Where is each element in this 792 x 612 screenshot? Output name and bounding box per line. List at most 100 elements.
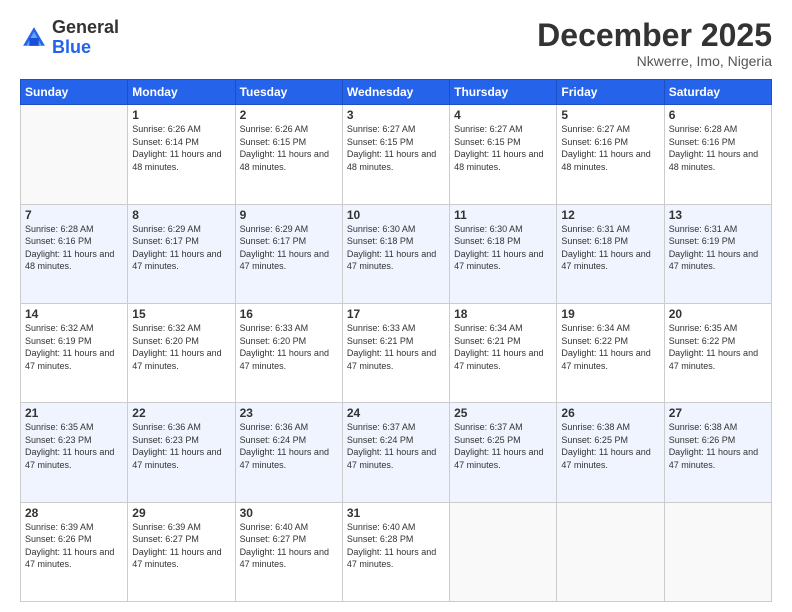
weekday-header-sunday: Sunday: [21, 80, 128, 105]
weekday-header-friday: Friday: [557, 80, 664, 105]
cell-info: Sunrise: 6:39 AM Sunset: 6:27 PM Dayligh…: [132, 521, 230, 571]
calendar-cell: 29Sunrise: 6:39 AM Sunset: 6:27 PM Dayli…: [128, 502, 235, 601]
calendar-cell: 24Sunrise: 6:37 AM Sunset: 6:24 PM Dayli…: [342, 403, 449, 502]
calendar-cell: 2Sunrise: 6:26 AM Sunset: 6:15 PM Daylig…: [235, 105, 342, 204]
day-number: 24: [347, 406, 445, 420]
calendar-cell: 12Sunrise: 6:31 AM Sunset: 6:18 PM Dayli…: [557, 204, 664, 303]
calendar-row-2: 7Sunrise: 6:28 AM Sunset: 6:16 PM Daylig…: [21, 204, 772, 303]
calendar-cell: 18Sunrise: 6:34 AM Sunset: 6:21 PM Dayli…: [450, 303, 557, 402]
calendar-row-3: 14Sunrise: 6:32 AM Sunset: 6:19 PM Dayli…: [21, 303, 772, 402]
day-number: 30: [240, 506, 338, 520]
page: General Blue December 2025 Nkwerre, Imo,…: [0, 0, 792, 612]
cell-info: Sunrise: 6:28 AM Sunset: 6:16 PM Dayligh…: [669, 123, 767, 173]
title-block: December 2025 Nkwerre, Imo, Nigeria: [537, 18, 772, 69]
calendar-cell: 6Sunrise: 6:28 AM Sunset: 6:16 PM Daylig…: [664, 105, 771, 204]
cell-info: Sunrise: 6:26 AM Sunset: 6:14 PM Dayligh…: [132, 123, 230, 173]
day-number: 16: [240, 307, 338, 321]
day-number: 11: [454, 208, 552, 222]
day-number: 1: [132, 108, 230, 122]
day-number: 8: [132, 208, 230, 222]
day-number: 27: [669, 406, 767, 420]
calendar-cell: [664, 502, 771, 601]
day-number: 25: [454, 406, 552, 420]
calendar-cell: 25Sunrise: 6:37 AM Sunset: 6:25 PM Dayli…: [450, 403, 557, 502]
calendar-cell: 27Sunrise: 6:38 AM Sunset: 6:26 PM Dayli…: [664, 403, 771, 502]
logo-blue: Blue: [52, 37, 91, 57]
day-number: 10: [347, 208, 445, 222]
calendar-cell: 3Sunrise: 6:27 AM Sunset: 6:15 PM Daylig…: [342, 105, 449, 204]
cell-info: Sunrise: 6:34 AM Sunset: 6:21 PM Dayligh…: [454, 322, 552, 372]
weekday-header-row: SundayMondayTuesdayWednesdayThursdayFrid…: [21, 80, 772, 105]
day-number: 6: [669, 108, 767, 122]
day-number: 2: [240, 108, 338, 122]
cell-info: Sunrise: 6:30 AM Sunset: 6:18 PM Dayligh…: [347, 223, 445, 273]
calendar-cell: 9Sunrise: 6:29 AM Sunset: 6:17 PM Daylig…: [235, 204, 342, 303]
day-number: 20: [669, 307, 767, 321]
header: General Blue December 2025 Nkwerre, Imo,…: [20, 18, 772, 69]
calendar-cell: 4Sunrise: 6:27 AM Sunset: 6:15 PM Daylig…: [450, 105, 557, 204]
cell-info: Sunrise: 6:29 AM Sunset: 6:17 PM Dayligh…: [240, 223, 338, 273]
cell-info: Sunrise: 6:28 AM Sunset: 6:16 PM Dayligh…: [25, 223, 123, 273]
calendar-cell: 20Sunrise: 6:35 AM Sunset: 6:22 PM Dayli…: [664, 303, 771, 402]
day-number: 13: [669, 208, 767, 222]
cell-info: Sunrise: 6:37 AM Sunset: 6:24 PM Dayligh…: [347, 421, 445, 471]
day-number: 29: [132, 506, 230, 520]
cell-info: Sunrise: 6:35 AM Sunset: 6:22 PM Dayligh…: [669, 322, 767, 372]
cell-info: Sunrise: 6:38 AM Sunset: 6:25 PM Dayligh…: [561, 421, 659, 471]
calendar-cell: 15Sunrise: 6:32 AM Sunset: 6:20 PM Dayli…: [128, 303, 235, 402]
day-number: 21: [25, 406, 123, 420]
day-number: 14: [25, 307, 123, 321]
day-number: 18: [454, 307, 552, 321]
location: Nkwerre, Imo, Nigeria: [537, 53, 772, 69]
month-title: December 2025: [537, 18, 772, 53]
cell-info: Sunrise: 6:32 AM Sunset: 6:20 PM Dayligh…: [132, 322, 230, 372]
day-number: 9: [240, 208, 338, 222]
calendar-cell: 21Sunrise: 6:35 AM Sunset: 6:23 PM Dayli…: [21, 403, 128, 502]
cell-info: Sunrise: 6:33 AM Sunset: 6:20 PM Dayligh…: [240, 322, 338, 372]
logo-icon: [20, 24, 48, 52]
calendar-cell: 1Sunrise: 6:26 AM Sunset: 6:14 PM Daylig…: [128, 105, 235, 204]
cell-info: Sunrise: 6:30 AM Sunset: 6:18 PM Dayligh…: [454, 223, 552, 273]
cell-info: Sunrise: 6:27 AM Sunset: 6:16 PM Dayligh…: [561, 123, 659, 173]
cell-info: Sunrise: 6:27 AM Sunset: 6:15 PM Dayligh…: [454, 123, 552, 173]
calendar-cell: 23Sunrise: 6:36 AM Sunset: 6:24 PM Dayli…: [235, 403, 342, 502]
calendar-row-1: 1Sunrise: 6:26 AM Sunset: 6:14 PM Daylig…: [21, 105, 772, 204]
day-number: 26: [561, 406, 659, 420]
calendar: SundayMondayTuesdayWednesdayThursdayFrid…: [20, 79, 772, 602]
calendar-cell: 31Sunrise: 6:40 AM Sunset: 6:28 PM Dayli…: [342, 502, 449, 601]
cell-info: Sunrise: 6:33 AM Sunset: 6:21 PM Dayligh…: [347, 322, 445, 372]
calendar-cell: [450, 502, 557, 601]
calendar-cell: 26Sunrise: 6:38 AM Sunset: 6:25 PM Dayli…: [557, 403, 664, 502]
day-number: 19: [561, 307, 659, 321]
weekday-header-thursday: Thursday: [450, 80, 557, 105]
calendar-cell: 14Sunrise: 6:32 AM Sunset: 6:19 PM Dayli…: [21, 303, 128, 402]
logo: General Blue: [20, 18, 119, 58]
calendar-cell: 30Sunrise: 6:40 AM Sunset: 6:27 PM Dayli…: [235, 502, 342, 601]
cell-info: Sunrise: 6:36 AM Sunset: 6:23 PM Dayligh…: [132, 421, 230, 471]
day-number: 17: [347, 307, 445, 321]
calendar-cell: 7Sunrise: 6:28 AM Sunset: 6:16 PM Daylig…: [21, 204, 128, 303]
day-number: 3: [347, 108, 445, 122]
weekday-header-tuesday: Tuesday: [235, 80, 342, 105]
calendar-cell: 13Sunrise: 6:31 AM Sunset: 6:19 PM Dayli…: [664, 204, 771, 303]
day-number: 12: [561, 208, 659, 222]
calendar-cell: [21, 105, 128, 204]
day-number: 31: [347, 506, 445, 520]
day-number: 15: [132, 307, 230, 321]
calendar-cell: 17Sunrise: 6:33 AM Sunset: 6:21 PM Dayli…: [342, 303, 449, 402]
calendar-cell: [557, 502, 664, 601]
calendar-cell: 11Sunrise: 6:30 AM Sunset: 6:18 PM Dayli…: [450, 204, 557, 303]
day-number: 4: [454, 108, 552, 122]
day-number: 7: [25, 208, 123, 222]
calendar-cell: 28Sunrise: 6:39 AM Sunset: 6:26 PM Dayli…: [21, 502, 128, 601]
cell-info: Sunrise: 6:31 AM Sunset: 6:19 PM Dayligh…: [669, 223, 767, 273]
logo-general: General: [52, 17, 119, 37]
calendar-row-5: 28Sunrise: 6:39 AM Sunset: 6:26 PM Dayli…: [21, 502, 772, 601]
cell-info: Sunrise: 6:40 AM Sunset: 6:28 PM Dayligh…: [347, 521, 445, 571]
weekday-header-monday: Monday: [128, 80, 235, 105]
logo-text: General Blue: [52, 18, 119, 58]
calendar-cell: 16Sunrise: 6:33 AM Sunset: 6:20 PM Dayli…: [235, 303, 342, 402]
calendar-row-4: 21Sunrise: 6:35 AM Sunset: 6:23 PM Dayli…: [21, 403, 772, 502]
day-number: 5: [561, 108, 659, 122]
calendar-cell: 22Sunrise: 6:36 AM Sunset: 6:23 PM Dayli…: [128, 403, 235, 502]
